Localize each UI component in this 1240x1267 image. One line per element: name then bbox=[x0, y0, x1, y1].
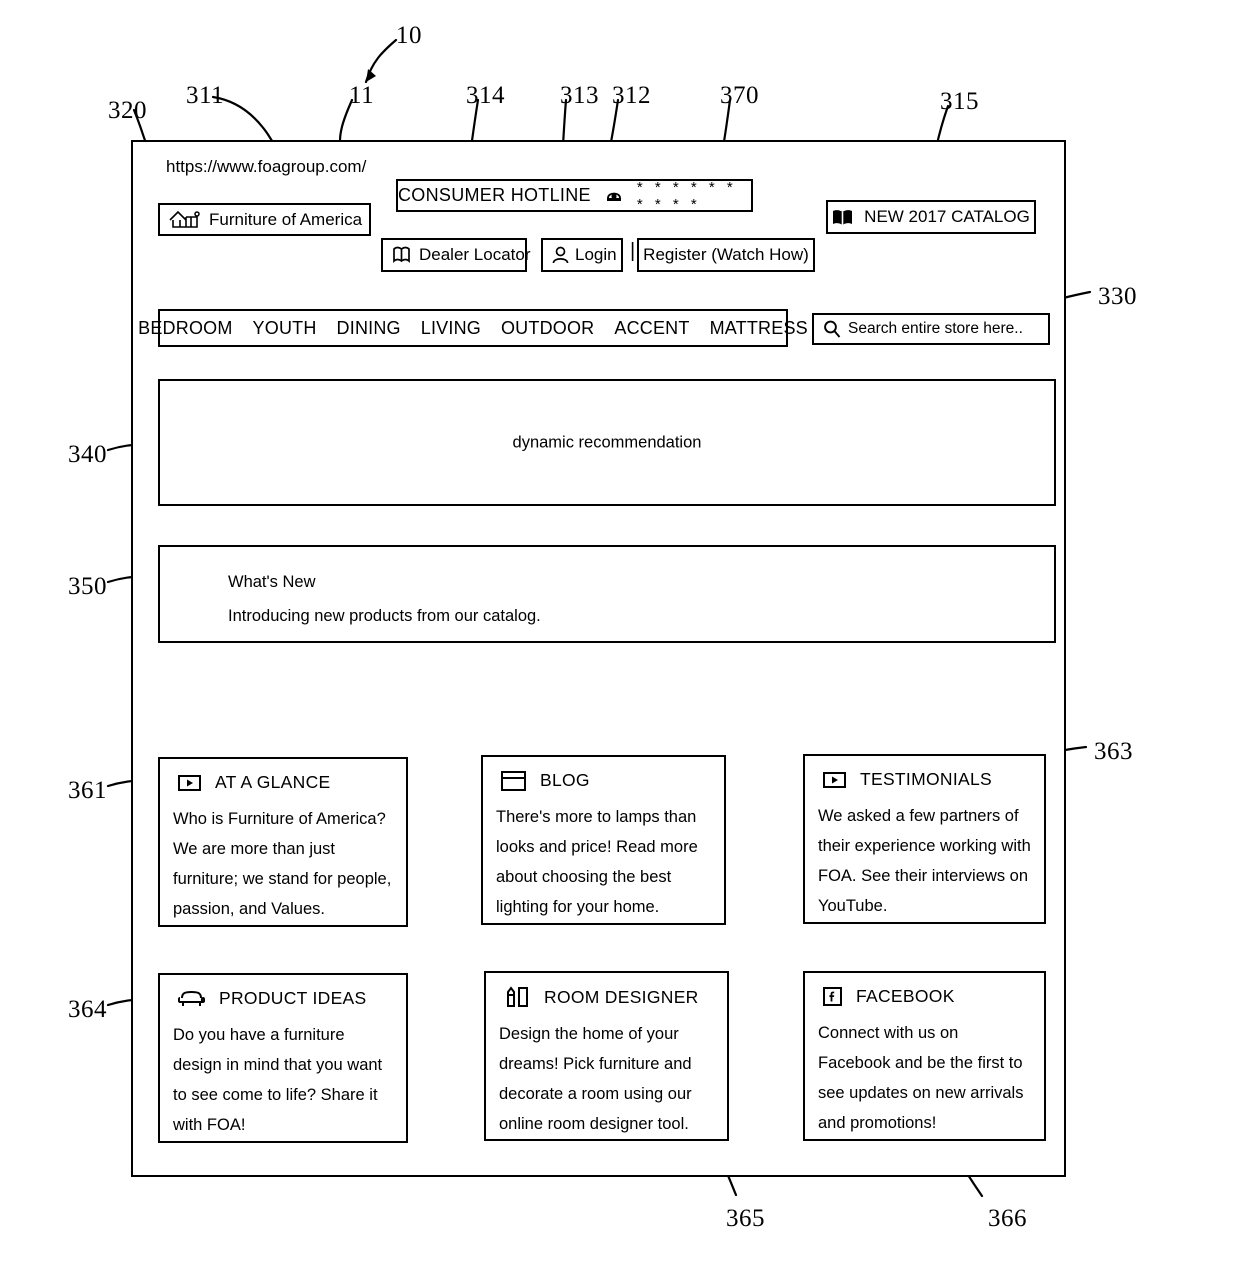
patent-figure: 10 11 311 320 314 313 312 370 315 330 34… bbox=[0, 0, 1240, 1267]
sofa-icon bbox=[178, 989, 205, 1008]
dynamic-recommendation-label: dynamic recommendation bbox=[512, 433, 702, 451]
card-product-ideas[interactable]: PRODUCT IDEAS Do you have a furniture de… bbox=[158, 973, 408, 1143]
pencil-ruler-icon bbox=[504, 986, 530, 1008]
card-body: Do you have a furniture design in mind t… bbox=[173, 1026, 383, 1134]
nav-item-bedroom[interactable]: BEDROOM bbox=[138, 318, 232, 339]
card-title: FACEBOOK bbox=[856, 986, 955, 1006]
card-title: PRODUCT IDEAS bbox=[219, 988, 367, 1008]
map-icon bbox=[392, 246, 411, 264]
card-room-designer[interactable]: ROOM DESIGNER Design the home of your dr… bbox=[484, 971, 729, 1141]
ref-315: 315 bbox=[940, 88, 979, 115]
new-catalog-label: NEW 2017 CATALOG bbox=[864, 207, 1030, 226]
card-title: BLOG bbox=[540, 770, 590, 790]
url-bar-text: https://www.foagroup.com/ bbox=[166, 157, 367, 176]
book-icon bbox=[832, 209, 853, 226]
ref-330: 330 bbox=[1098, 283, 1137, 310]
register-label: Register (Watch How) bbox=[643, 245, 809, 264]
ref-314: 314 bbox=[466, 82, 505, 109]
ref-350: 350 bbox=[68, 573, 107, 600]
ref-10: 10 bbox=[396, 22, 422, 49]
window-icon bbox=[501, 770, 526, 791]
nav-item-dining[interactable]: DINING bbox=[337, 318, 401, 339]
card-body: Connect with us on Facebook and be the f… bbox=[818, 1024, 1024, 1132]
ref-11: 11 bbox=[349, 82, 375, 109]
header-separator: | bbox=[630, 240, 636, 262]
nav-item-mattress[interactable]: MATTRESS bbox=[710, 318, 808, 339]
nav-item-youth[interactable]: YOUTH bbox=[253, 318, 317, 339]
consumer-hotline-bar: CONSUMER HOTLINE * * * * * * * * * * bbox=[396, 178, 753, 213]
site-logo-button[interactable]: Furniture of America bbox=[158, 203, 371, 236]
search-placeholder: Search entire store here.. bbox=[848, 320, 1023, 337]
card-facebook[interactable]: FACEBOOK Connect with us on Facebook and… bbox=[803, 971, 1046, 1141]
ref-364: 364 bbox=[68, 996, 107, 1023]
ref-370: 370 bbox=[720, 82, 759, 109]
nav-item-outdoor[interactable]: OUTDOOR bbox=[501, 318, 594, 339]
search-icon bbox=[823, 320, 841, 338]
login-button[interactable]: Login bbox=[541, 238, 623, 272]
ref-320: 320 bbox=[108, 97, 147, 124]
card-body: Who is Furniture of America? We are more… bbox=[173, 810, 392, 918]
card-at-a-glance[interactable]: AT A GLANCE Who is Furniture of America?… bbox=[158, 757, 408, 927]
card-title: TESTIMONIALS bbox=[860, 769, 992, 789]
whats-new-subtitle: Introducing new products from our catalo… bbox=[228, 607, 541, 625]
dealer-locator-button[interactable]: Dealer Locator bbox=[381, 238, 531, 272]
telephone-icon bbox=[605, 189, 623, 203]
login-label: Login bbox=[575, 245, 617, 264]
card-testimonials[interactable]: TESTIMONIALS We asked a few partners of … bbox=[803, 754, 1046, 924]
ref-366: 366 bbox=[988, 1205, 1027, 1232]
hotline-number-masked: * * * * * * * * * * bbox=[636, 178, 737, 213]
card-title: ROOM DESIGNER bbox=[544, 986, 699, 1007]
card-blog[interactable]: BLOG There's more to lamps than looks an… bbox=[481, 755, 726, 925]
dealer-locator-label: Dealer Locator bbox=[419, 245, 531, 264]
dynamic-recommendation-panel: dynamic recommendation bbox=[158, 379, 1056, 506]
search-input[interactable]: Search entire store here.. bbox=[812, 313, 1050, 345]
whats-new-title: What's New bbox=[228, 573, 316, 591]
nav-item-accent[interactable]: ACCENT bbox=[614, 318, 689, 339]
ref-311: 311 bbox=[186, 82, 225, 109]
nav-item-living[interactable]: LIVING bbox=[421, 318, 481, 339]
card-body: We asked a few partners of their experie… bbox=[818, 807, 1031, 915]
card-body: There's more to lamps than looks and pri… bbox=[496, 808, 698, 916]
ref-365: 365 bbox=[726, 1205, 765, 1232]
hotline-title: CONSUMER HOTLINE bbox=[398, 185, 591, 205]
new-catalog-button[interactable]: NEW 2017 CATALOG bbox=[826, 200, 1036, 234]
whats-new-panel: What's New Introducing new products from… bbox=[158, 545, 1056, 643]
ref-363: 363 bbox=[1094, 738, 1133, 765]
ref-313: 313 bbox=[560, 82, 599, 109]
user-icon bbox=[552, 246, 569, 264]
ref-312: 312 bbox=[612, 82, 651, 109]
video-icon bbox=[178, 774, 201, 791]
site-logo-label: Furniture of America bbox=[209, 209, 363, 229]
ref-340: 340 bbox=[68, 441, 107, 468]
facebook-icon bbox=[823, 987, 842, 1006]
house-icon bbox=[169, 210, 201, 229]
main-navigation: BEDROOM YOUTH DINING LIVING OUTDOOR ACCE… bbox=[138, 309, 808, 347]
card-body: Design the home of your dreams! Pick fur… bbox=[499, 1025, 692, 1133]
ref-361: 361 bbox=[68, 777, 107, 804]
card-title: AT A GLANCE bbox=[215, 772, 331, 792]
register-button[interactable]: Register (Watch How) bbox=[637, 238, 815, 272]
video-icon bbox=[823, 771, 846, 788]
